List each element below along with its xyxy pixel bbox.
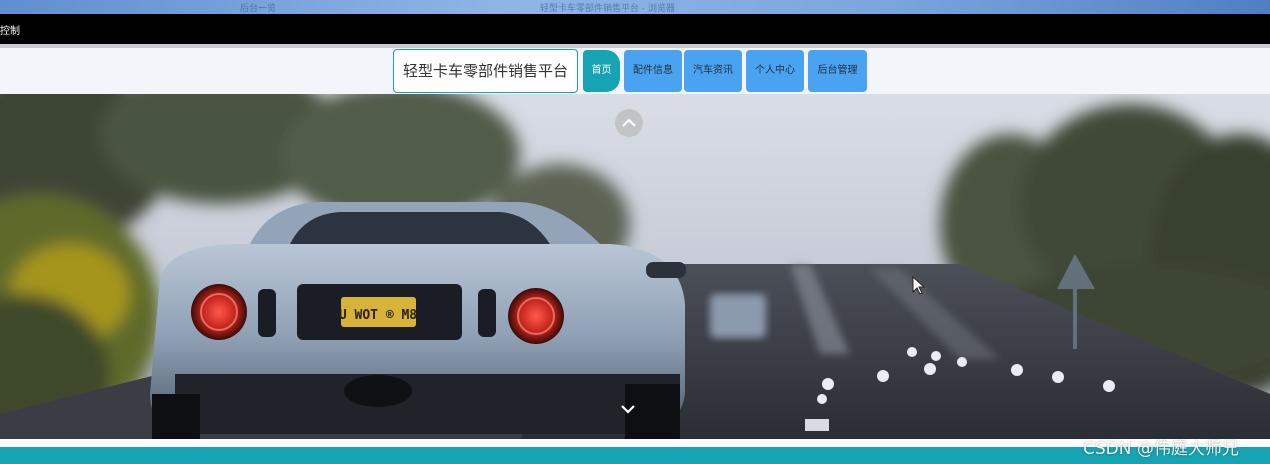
hero-carousel: U WOT ® M8: [0, 94, 1270, 439]
nav-item-parts-info[interactable]: 配件信息: [624, 50, 682, 92]
top-strip-text: 控制: [0, 26, 20, 37]
os-titlebar: 后台一览 轻型卡车零部件销售平台 - 浏览器: [0, 0, 1270, 14]
site-title: 轻型卡车零部件销售平台: [393, 49, 578, 93]
nav-item-admin[interactable]: 后台管理: [808, 50, 867, 92]
nav-item-car-news[interactable]: 汽车资讯: [684, 50, 742, 92]
carousel-down-button[interactable]: [617, 399, 639, 419]
os-titlebar-left-text: 后台一览: [240, 4, 277, 14]
divider: [0, 439, 1270, 447]
chevron-down-icon: [621, 405, 635, 414]
carousel-up-button[interactable]: [615, 109, 643, 137]
nav-item-personal-center[interactable]: 个人中心: [746, 50, 804, 92]
top-strip: 控制: [0, 14, 1270, 44]
footer-bar: [0, 447, 1270, 464]
os-titlebar-center-text: 轻型卡车零部件销售平台 - 浏览器: [540, 4, 675, 14]
chevron-up-icon: [622, 118, 636, 127]
nav-item-home[interactable]: 首页: [583, 50, 620, 92]
hero-image: U WOT ® M8: [0, 94, 1270, 439]
watermark: CSDN @伟庭大师兄: [1083, 439, 1239, 459]
license-plate-text: U WOT ® M8: [339, 308, 417, 323]
